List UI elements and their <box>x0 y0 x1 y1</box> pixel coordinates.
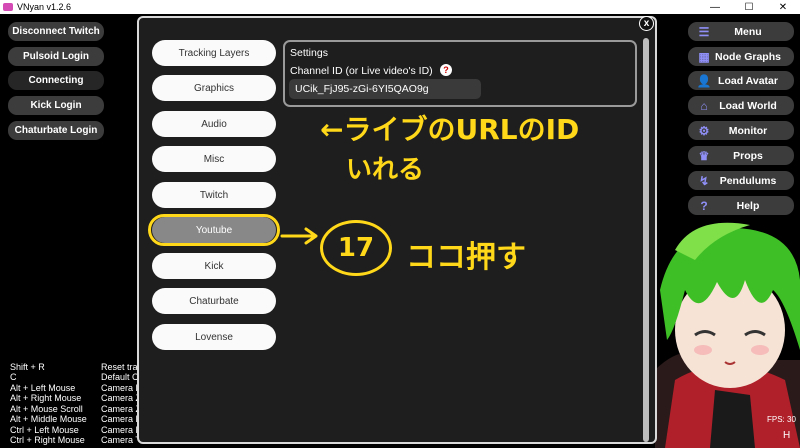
node-graphs-label: Node Graphs <box>715 50 781 63</box>
pendulums-label: Pendulums <box>719 174 777 187</box>
grid-icon: ▦ <box>698 49 710 64</box>
annotation-enter-live-url-id: ←ライブのURLのID <box>320 113 580 146</box>
tab-twitch[interactable]: Twitch <box>152 182 276 208</box>
tab-lovense[interactable]: Lovense <box>152 324 276 350</box>
title-bar: VNyan v1.2.6 — ☐ ✕ <box>0 0 800 14</box>
window-close-button[interactable]: ✕ <box>766 0 800 14</box>
help-button[interactable]: ? Help <box>688 196 794 215</box>
fps-counter: FPS: 30 <box>767 415 796 424</box>
pulsoid-login-button[interactable]: Pulsoid Login <box>8 47 104 66</box>
shortcut-key: Alt + Mouse Scroll <box>10 404 83 414</box>
hamburger-icon: ☰ <box>698 24 710 39</box>
window-controls: — ☐ ✕ <box>698 0 800 14</box>
app-logo-icon <box>3 3 13 11</box>
chaturbate-login-button[interactable]: Chaturbate Login <box>8 121 104 140</box>
settings-title: Settings <box>290 47 328 59</box>
props-label: Props <box>733 149 763 162</box>
user-icon: 👤 <box>696 73 712 88</box>
avatar-image <box>655 222 800 448</box>
shortcut-action: Camera Zoom <box>101 393 137 403</box>
props-button[interactable]: ♛ Props <box>688 146 794 165</box>
pendulum-icon: ↯ <box>698 173 710 188</box>
tab-audio[interactable]: Audio <box>152 111 276 137</box>
monitor-button[interactable]: ⚙ Monitor <box>688 121 794 140</box>
load-world-button[interactable]: ⌂ Load World <box>688 96 794 115</box>
load-avatar-label: Load Avatar <box>718 74 778 87</box>
shortcut-action: Camera Move <box>101 425 137 435</box>
minimize-button[interactable]: — <box>698 0 732 14</box>
tab-misc[interactable]: Misc <box>152 146 276 172</box>
load-avatar-button[interactable]: 👤 Load Avatar <box>688 71 794 90</box>
avatar-render <box>655 220 800 448</box>
shortcut-action: Default Camera <box>101 372 137 382</box>
shortcut-key: Alt + Middle Mouse <box>10 414 87 424</box>
menu-button[interactable]: ☰ Menu <box>688 22 794 41</box>
disconnect-twitch-button[interactable]: Disconnect Twitch <box>8 22 104 41</box>
tab-kick[interactable]: Kick <box>152 253 276 279</box>
node-graphs-button[interactable]: ▦ Node Graphs <box>688 47 794 66</box>
tab-tracking-layers[interactable]: Tracking Layers <box>152 40 276 66</box>
shortcut-action: Camera Zoom <box>101 404 137 414</box>
annotation-put-in: いれる <box>346 155 425 185</box>
monitor-label: Monitor <box>728 124 768 137</box>
shortcut-action: Reset tracking <box>101 362 137 372</box>
annotation-press-here: ココ押す <box>406 240 526 275</box>
kick-login-button[interactable]: Kick Login <box>8 96 104 115</box>
shortcut-action: Camera Rotate <box>101 383 137 393</box>
dialog-scrollbar-thumb[interactable] <box>643 38 649 442</box>
menu-label: Menu <box>734 25 762 38</box>
channel-id-help-icon[interactable]: ? <box>440 64 452 76</box>
shortcut-action: Camera Move <box>101 414 137 424</box>
shortcut-key: Ctrl + Left Mouse <box>10 425 79 435</box>
window-title: VNyan v1.2.6 <box>17 2 72 12</box>
tab-chaturbate[interactable]: Chaturbate <box>152 288 276 314</box>
channel-id-label: Channel ID (or Live video's ID) <box>290 65 433 77</box>
shortcut-key: Alt + Left Mouse <box>10 383 76 393</box>
house-icon: ⌂ <box>700 98 708 113</box>
annotation-step-number: 17 <box>320 220 392 276</box>
question-icon: ? <box>700 198 708 213</box>
pendulums-button[interactable]: ↯ Pendulums <box>688 171 794 190</box>
connecting-button[interactable]: Connecting <box>8 71 104 90</box>
shortcut-key: Ctrl + Right Mouse <box>10 435 85 445</box>
dialog-close-button[interactable]: x <box>639 16 654 31</box>
shortcut-key: Shift + R <box>10 362 45 372</box>
shortcut-key: Alt + Right Mouse <box>10 393 82 403</box>
tab-graphics[interactable]: Graphics <box>152 75 276 101</box>
shortcut-action: Camera Tilt <box>101 435 137 445</box>
channel-id-input[interactable] <box>289 79 481 99</box>
gear-icon: ⚙ <box>698 123 710 138</box>
crown-icon: ♛ <box>698 148 710 163</box>
shortcut-key: C <box>10 372 17 382</box>
load-world-label: Load World <box>719 99 777 112</box>
maximize-button[interactable]: ☐ <box>732 0 766 14</box>
help-label: Help <box>736 199 760 212</box>
youtube-tab-highlight-ring <box>148 214 280 246</box>
hide-ui-button[interactable]: H <box>783 430 790 441</box>
